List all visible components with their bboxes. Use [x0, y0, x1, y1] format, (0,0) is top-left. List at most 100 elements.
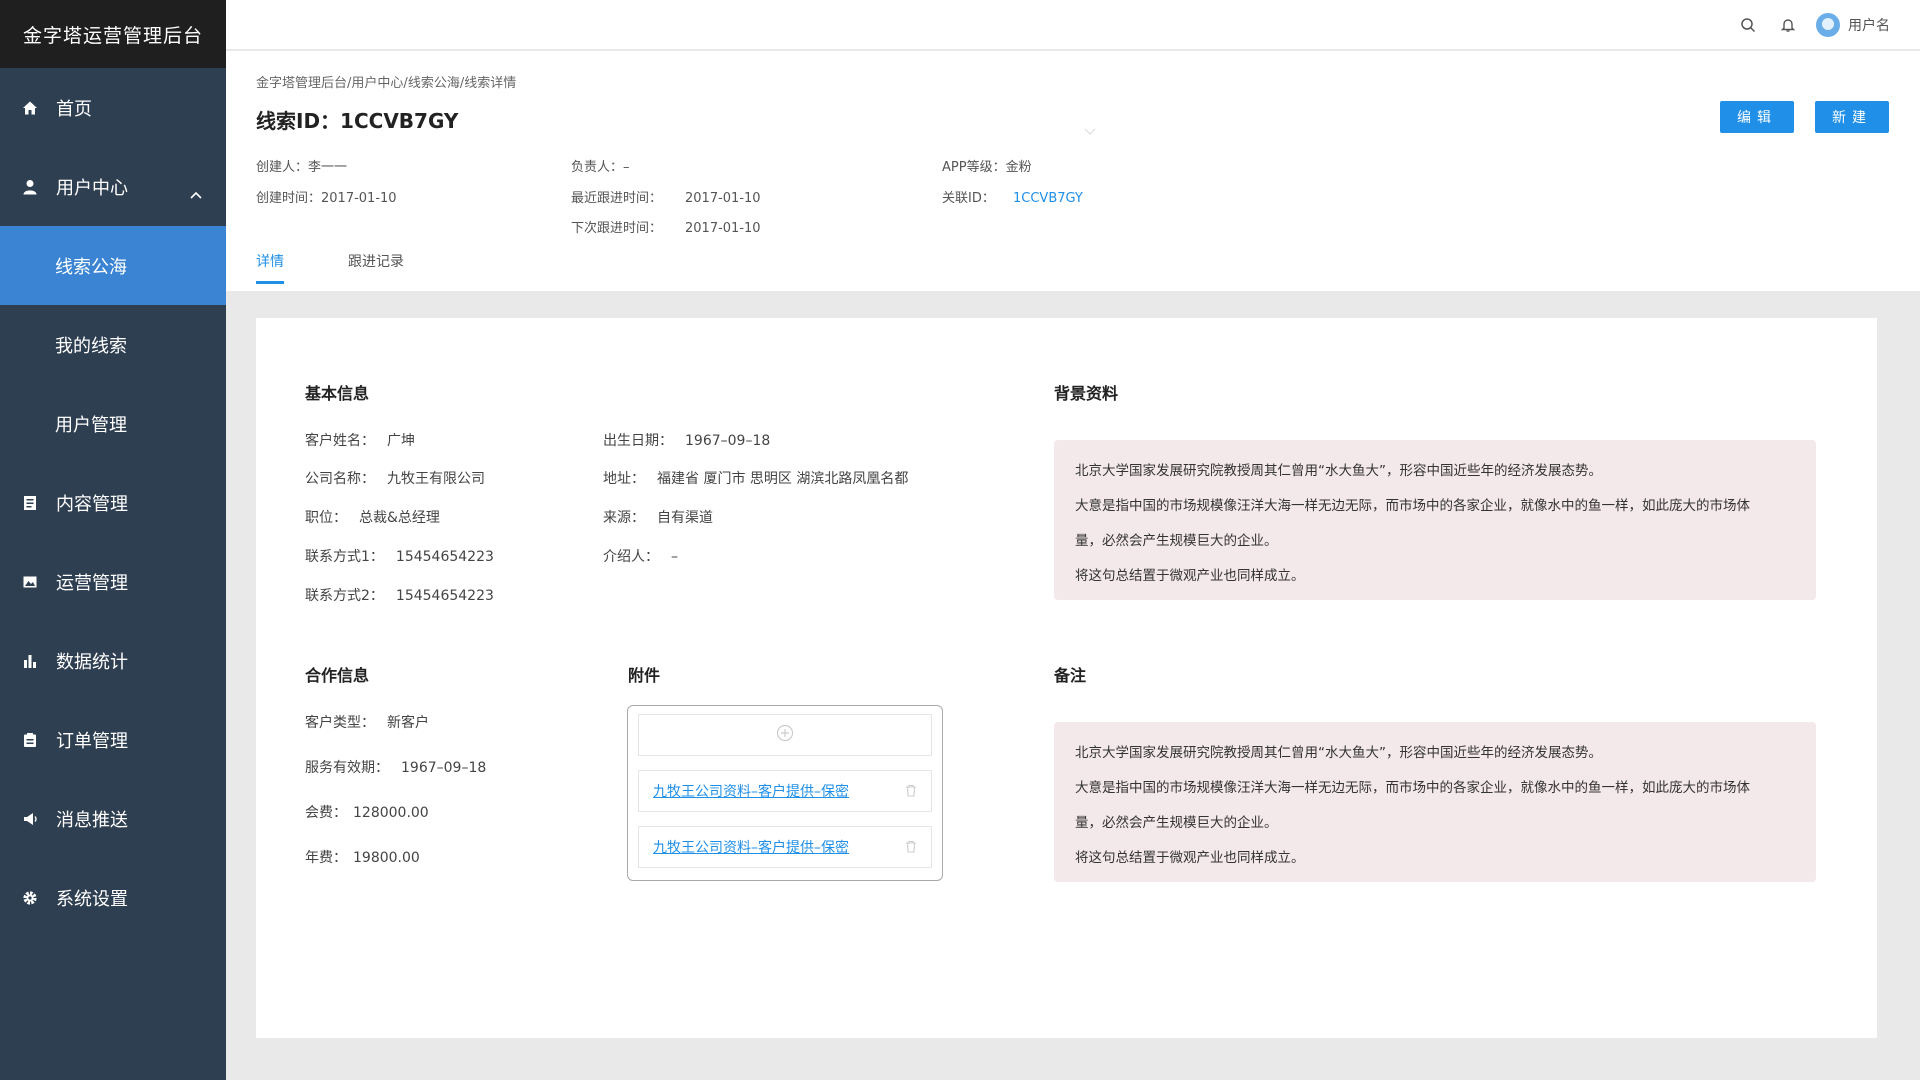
- field-birth-date: 出生日期： 1967–09–18: [603, 430, 770, 450]
- field-customer-type: 客户类型： 新客户: [305, 712, 429, 732]
- meta-value: 2017-01-10: [321, 191, 397, 206]
- notes-box: 北京大学国家发展研究院教授周其仁曾用“水大鱼大”，形容中国近些年的经济发展态势。…: [1054, 722, 1816, 882]
- field-label: 会费：: [305, 805, 347, 821]
- field-annual-fee: 年费： 19800.00: [305, 847, 420, 867]
- meta-label: APP等级：: [942, 160, 1006, 175]
- section-title-basic: 基本信息: [305, 384, 370, 403]
- chevron-up-icon: [190, 183, 202, 204]
- field-source: 来源： 自有渠道: [603, 507, 713, 527]
- breadcrumb-item-user-center[interactable]: 用户中心: [351, 76, 403, 91]
- meta-last-follow: 最近跟进时间： 2017-01-10: [571, 187, 761, 206]
- field-value: 19800.00: [353, 850, 420, 866]
- sidebar-item-label: 消息推送: [56, 809, 128, 831]
- field-value: 1967–09–18: [685, 433, 771, 449]
- sidebar-item-label: 我的线索: [55, 335, 127, 357]
- field-value: 九牧王有限公司: [387, 471, 485, 487]
- meta-label: 创建人：: [256, 160, 309, 175]
- sidebar-item-orders[interactable]: 订单管理: [0, 700, 226, 779]
- sidebar-item-label: 订单管理: [56, 730, 128, 752]
- breadcrumb-item-lead-pool[interactable]: 线索公海: [408, 76, 460, 91]
- attachment-item: 九牧王公司资料–客户提供–保密: [638, 826, 932, 868]
- sidebar-item-label: 用户中心: [56, 177, 128, 199]
- field-value: 1967–09–18: [401, 760, 487, 776]
- meta-label: 下次跟进时间：: [571, 221, 663, 236]
- field-label: 联系方式1：: [305, 549, 384, 565]
- related-id-link[interactable]: 1CCVB7GY: [1013, 191, 1083, 206]
- field-label: 来源：: [603, 510, 645, 526]
- attachment-item: 九牧王公司资料–客户提供–保密: [638, 770, 932, 812]
- megaphone-icon: [22, 811, 38, 827]
- field-label: 客户类型：: [305, 715, 375, 731]
- field-value: 自有渠道: [657, 510, 713, 526]
- sidebar-item-home[interactable]: 首页: [0, 68, 226, 147]
- meta-created-time: 创建时间：2017-01-10: [256, 187, 397, 206]
- gear-icon: [22, 890, 38, 906]
- meta-creator: 创建人：李一一: [256, 156, 347, 175]
- page-title: 线索ID：1CCVB7GY: [256, 109, 459, 133]
- field-position: 职位： 总裁&总经理: [305, 507, 440, 527]
- image-icon: [22, 574, 38, 590]
- meta-value: 2017-01-10: [685, 191, 761, 206]
- background-line: 大意是指中国的市场规模像汪洋大海一样无边无际，而市场中的各家企业，就像水中的鱼一…: [1075, 498, 1750, 514]
- field-label: 介绍人：: [603, 549, 659, 565]
- user-menu[interactable]: 用户名: [1816, 12, 1890, 37]
- sidebar-item-push[interactable]: 消息推送: [0, 779, 226, 858]
- trash-icon[interactable]: [905, 838, 917, 857]
- sidebar-item-settings[interactable]: 系统设置: [0, 858, 226, 937]
- field-member-fee: 会费： 128000.00: [305, 802, 429, 822]
- tab-details[interactable]: 详情: [256, 251, 284, 284]
- sidebar-item-statistics[interactable]: 数据统计: [0, 621, 226, 700]
- field-customer-name: 客户姓名： 广坤: [305, 430, 415, 450]
- meta-related-id: 关联ID： 1CCVB7GY: [942, 187, 1083, 206]
- field-value: 广坤: [387, 433, 415, 449]
- sidebar: 金字塔运营管理后台 首页 用户中心 线索公海 我的线索 用户管理 内容管理 运营…: [0, 0, 226, 1080]
- plus-circle-icon: [776, 724, 794, 746]
- field-address: 地址： 福建省 厦门市 思明区 湖滨北路凤凰名都: [603, 468, 908, 488]
- breadcrumb-item-lead-detail: 线索详情: [464, 76, 517, 91]
- attachment-link[interactable]: 九牧王公司资料–客户提供–保密: [653, 781, 849, 801]
- section-title-cooperation: 合作信息: [305, 666, 370, 685]
- field-label: 出生日期：: [603, 433, 673, 449]
- trash-icon[interactable]: [905, 782, 917, 801]
- home-icon: [22, 100, 38, 116]
- search-icon[interactable]: [1738, 15, 1758, 35]
- sidebar-item-my-leads[interactable]: 我的线索: [0, 305, 226, 384]
- notes-line: 量，必然会产生规模巨大的企业。: [1075, 815, 1278, 831]
- sidebar-item-user-management[interactable]: 用户管理: [0, 384, 226, 463]
- sidebar-item-label: 线索公海: [55, 256, 127, 278]
- tab-follow-records[interactable]: 跟进记录: [348, 251, 404, 284]
- sidebar-item-user-center[interactable]: 用户中心: [0, 147, 226, 226]
- sidebar-item-label: 内容管理: [56, 493, 128, 515]
- meta-value: 李一一: [308, 160, 348, 175]
- sidebar-item-content[interactable]: 内容管理: [0, 463, 226, 542]
- order-icon: [22, 732, 38, 748]
- section-title-attachments: 附件: [628, 666, 661, 685]
- meta-next-follow: 下次跟进时间： 2017-01-10: [571, 217, 761, 236]
- sidebar-item-operations[interactable]: 运营管理: [0, 542, 226, 621]
- attachment-link[interactable]: 九牧王公司资料–客户提供–保密: [653, 837, 849, 857]
- bar-chart-icon: [22, 653, 38, 669]
- tab-bar: 详情 跟进记录: [256, 251, 468, 284]
- meta-label: 最近跟进时间：: [571, 191, 663, 206]
- meta-app-level: APP等级：金粉: [942, 156, 1032, 175]
- breadcrumb-item-admin[interactable]: 金字塔管理后台: [256, 76, 347, 91]
- sidebar-item-label: 首页: [56, 98, 92, 120]
- notes-line: 将这句总结置于微观产业也同样成立。: [1075, 850, 1305, 866]
- background-box: 北京大学国家发展研究院教授周其仁曾用“水大鱼大”，形容中国近些年的经济发展态势。…: [1054, 440, 1816, 600]
- edit-button[interactable]: 编辑: [1720, 101, 1794, 133]
- field-company: 公司名称： 九牧王有限公司: [305, 468, 485, 488]
- sidebar-item-label: 系统设置: [56, 888, 128, 910]
- field-value: 15454654223: [395, 549, 494, 565]
- app-logo-title: 金字塔运营管理后台: [0, 0, 226, 68]
- add-attachment-button[interactable]: [638, 714, 932, 756]
- field-label: 公司名称：: [305, 471, 375, 487]
- notes-line: 大意是指中国的市场规模像汪洋大海一样无边无际，而市场中的各家企业，就像水中的鱼一…: [1075, 780, 1750, 796]
- sidebar-item-lead-pool[interactable]: 线索公海: [0, 226, 226, 305]
- sidebar-item-label: 运营管理: [56, 572, 128, 594]
- bell-icon[interactable]: [1778, 15, 1798, 35]
- attachment-panel: 九牧王公司资料–客户提供–保密 九牧王公司资料–客户提供–保密: [627, 705, 943, 881]
- meta-value: 2017-01-10: [685, 221, 761, 236]
- meta-owner: 负责人：–: [571, 156, 630, 175]
- new-button[interactable]: 新建: [1815, 101, 1889, 133]
- field-contact-1: 联系方式1： 15454654223: [305, 546, 494, 566]
